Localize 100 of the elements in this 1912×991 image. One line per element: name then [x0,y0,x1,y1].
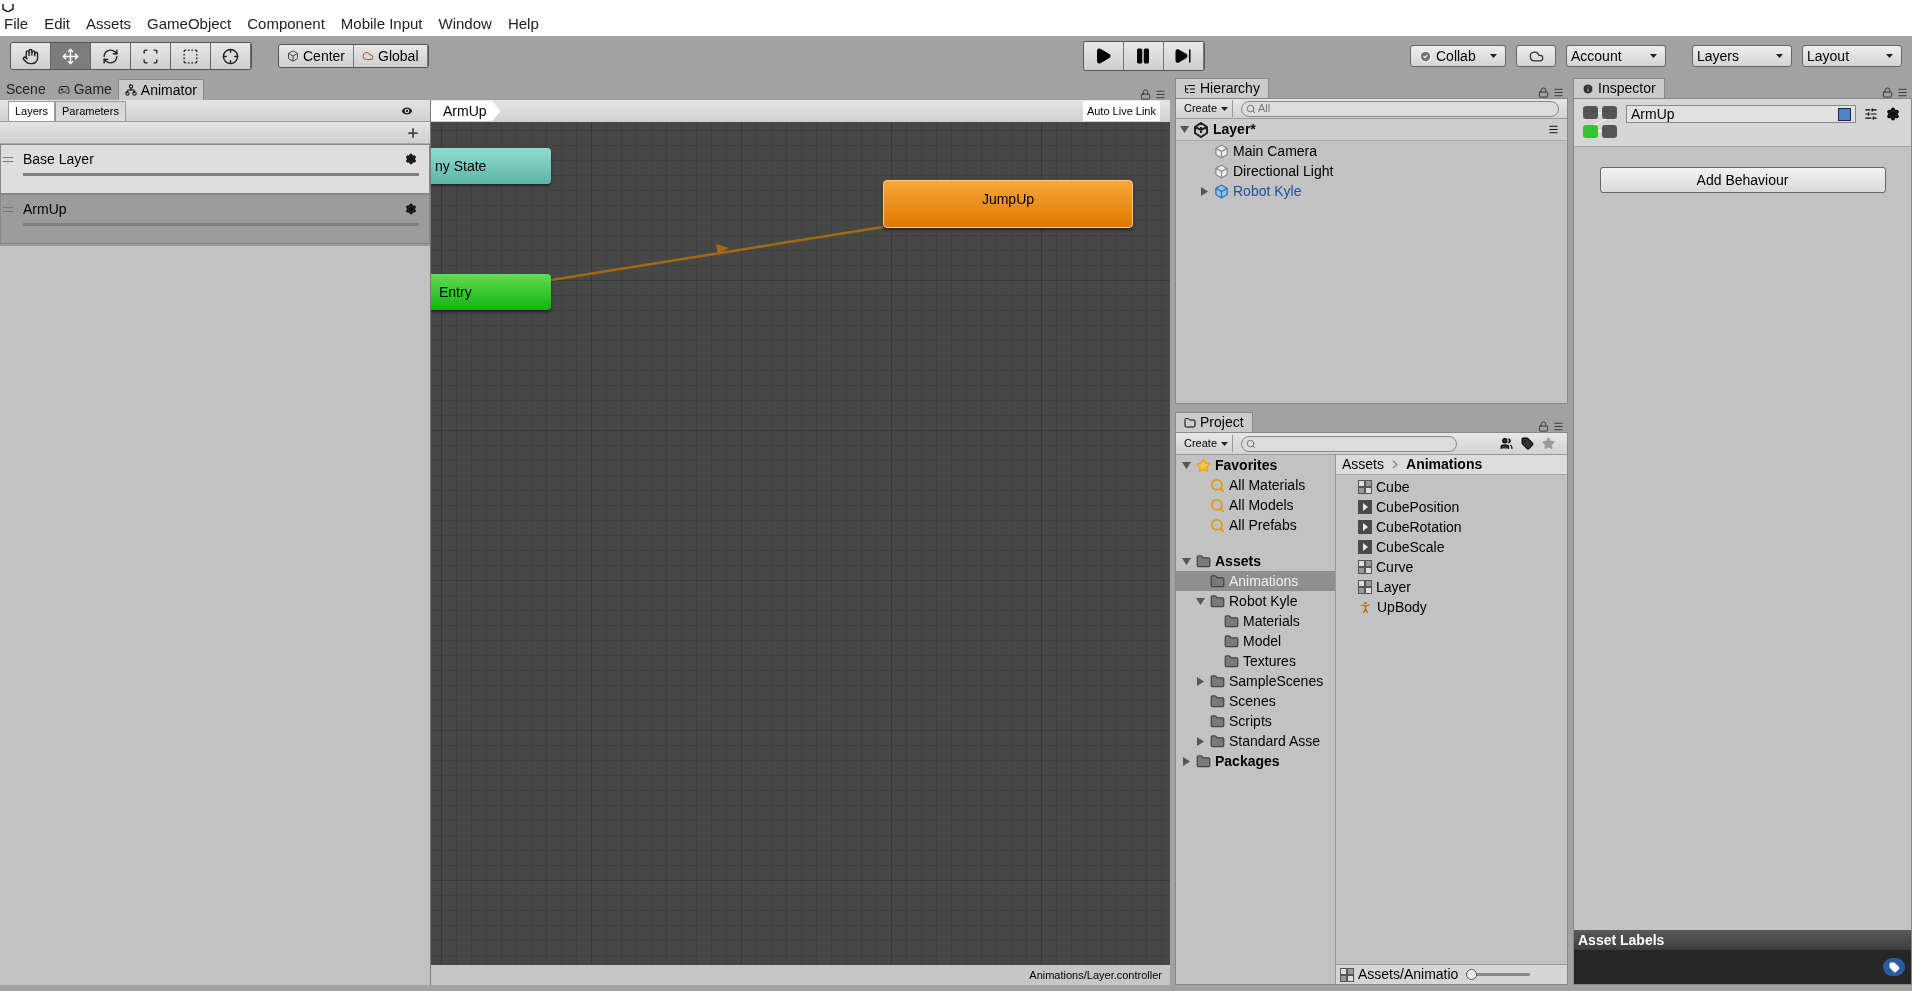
rect-tool-button[interactable] [171,43,211,69]
menu-item[interactable]: Edit [44,12,71,36]
step-button[interactable] [1163,42,1204,70]
window-tab[interactable]: Hierarchy [1175,78,1269,98]
window-tab[interactable]: Project [1175,412,1253,432]
hierarchy-item[interactable]: Robot Kyle [1176,181,1567,201]
expanded-arrow-icon[interactable] [1195,596,1205,606]
menu-item[interactable]: Window [438,12,492,36]
tree-item[interactable]: All Prefabs [1176,515,1335,535]
window-tab[interactable]: Inspector [1573,78,1665,98]
menu-item[interactable]: Help [507,12,539,36]
pivot-button[interactable]: Center [279,45,355,67]
filter-type-icon[interactable] [1500,437,1513,450]
auto-live-link-button[interactable]: Auto Live Link [1082,101,1160,121]
asset-item[interactable]: Curve [1358,557,1567,577]
search-field[interactable] [1241,435,1458,452]
cloud-button[interactable] [1516,45,1556,67]
expanded-arrow-icon[interactable] [1181,556,1191,566]
play-button[interactable] [1083,42,1124,70]
breadcrumb-item[interactable]: Animations [1406,454,1483,475]
tag-icon[interactable] [1521,437,1534,450]
tree-item[interactable]: All Materials [1176,475,1335,495]
add-layer-icon[interactable] [406,125,420,140]
asset-item[interactable]: CubePosition [1358,497,1567,517]
hand-tool-button[interactable] [11,43,51,69]
menu-item[interactable]: GameObject [147,12,232,36]
help-icon[interactable] [1838,107,1851,121]
collapsed-arrow-icon[interactable] [1195,676,1205,686]
hierarchy-item[interactable]: Directional Light [1176,161,1567,181]
pivot-button[interactable]: Global [354,45,428,67]
asset-item[interactable]: CubeScale [1358,537,1567,557]
create-dropdown[interactable]: Create [1180,435,1234,452]
drag-handle-icon[interactable] [3,156,13,162]
tree-item[interactable]: Packages [1176,751,1335,771]
window-tab[interactable]: Scene [0,79,52,100]
tree-item[interactable]: Standard Asse [1176,731,1335,751]
layers-dropdown[interactable]: Layers [1692,45,1792,67]
panel-menu-icon[interactable] [1897,87,1908,98]
tree-item[interactable]: Model [1176,631,1335,651]
asset-item[interactable]: Cube [1358,477,1567,497]
pause-button[interactable] [1123,42,1164,70]
tree-item[interactable]: SampleScenes [1176,671,1335,691]
asset-item[interactable]: UpBody [1358,597,1567,617]
menu-item[interactable]: Mobile Input [340,12,423,36]
menu-item[interactable]: Component [247,12,325,36]
layer-row[interactable]: Base Layer [0,144,430,194]
state-node[interactable]: JumpUp [883,180,1133,228]
sliders-icon[interactable] [1864,107,1878,121]
state-node[interactable]: ny State [431,148,551,184]
menu-item[interactable]: Assets [86,12,132,36]
slider-thumb[interactable] [1466,969,1478,980]
name-field[interactable]: ArmUp [1626,105,1856,123]
breadcrumb[interactable]: ArmUp [431,101,501,121]
account-button[interactable]: Account [1566,45,1666,67]
tree-item[interactable]: Textures [1176,651,1335,671]
lock-icon[interactable] [1882,87,1893,98]
collab-button[interactable]: Collab [1410,45,1506,67]
add-behaviour-button[interactable]: Add Behaviour [1599,167,1886,193]
tree-item[interactable]: Scenes [1176,691,1335,711]
menu-item[interactable]: File [4,12,29,36]
rotate-tool-button[interactable] [91,43,131,69]
tree-item[interactable]: All Models [1176,495,1335,515]
expanded-arrow-icon[interactable] [1180,125,1189,134]
collapsed-arrow-icon[interactable] [1199,186,1209,196]
window-tab[interactable]: Game [51,79,118,100]
asset-item[interactable]: CubeRotation [1358,517,1567,537]
sub-tab[interactable]: Parameters [55,101,126,121]
scene-menu-icon[interactable] [1548,124,1559,135]
transform-icon [222,47,239,65]
expanded-arrow-icon[interactable] [1181,460,1191,470]
create-dropdown[interactable]: Create [1180,100,1234,117]
panel-menu-icon[interactable] [1155,89,1166,100]
scale-tool-button[interactable] [131,43,171,69]
lock-icon[interactable] [1140,89,1151,100]
lock-icon[interactable] [1538,87,1549,98]
transform-tool-button[interactable] [211,43,251,69]
asset-item[interactable]: Layer [1358,577,1567,597]
drag-handle-icon[interactable] [3,206,13,212]
tree-item[interactable]: Scripts [1176,711,1335,731]
layer-row[interactable]: ArmUp [0,194,430,244]
hierarchy-item[interactable]: Main Camera [1176,141,1567,161]
state-node[interactable]: Entry [431,274,551,310]
move-tool-button[interactable] [51,43,91,69]
star-icon[interactable] [1542,437,1555,450]
eye-icon[interactable] [400,104,414,118]
tree-item[interactable]: Robot Kyle [1176,591,1335,611]
tree-item[interactable]: Materials [1176,611,1335,631]
tree-item[interactable]: Favorites [1176,455,1335,475]
sub-tab[interactable]: Layers [8,101,56,121]
window-tab[interactable]: Animator [117,79,204,100]
settings-icon[interactable] [405,203,417,215]
label-tag-button[interactable] [1883,958,1905,976]
breadcrumb-item[interactable]: Assets [1342,454,1384,475]
panel-menu-icon[interactable] [1553,87,1564,98]
panel-menu-icon[interactable] [1553,421,1564,432]
settings-icon[interactable] [1886,107,1900,121]
tree-item[interactable]: Assets [1176,551,1335,571]
layout-dropdown[interactable]: Layout [1802,45,1902,67]
lock-icon[interactable] [1538,421,1549,432]
settings-icon[interactable] [405,153,417,165]
